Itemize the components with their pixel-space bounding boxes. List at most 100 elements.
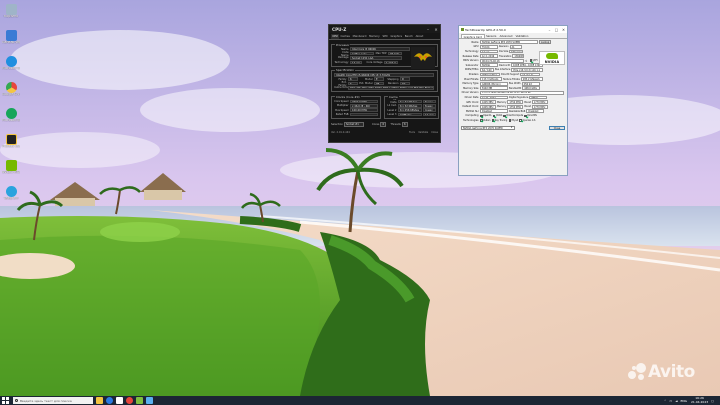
taskbar-app-gpuz[interactable]: [146, 397, 153, 404]
field-label: L1 Inst.: [387, 104, 397, 108]
tray-up-icon[interactable]: ⌃: [664, 399, 667, 403]
tab-bench[interactable]: Bench: [403, 34, 414, 39]
shaders-value: 2560 Unified: [480, 72, 500, 77]
core-speed-value: 4600.0 MHz: [350, 99, 378, 104]
tab-caches[interactable]: Caches: [339, 34, 351, 39]
gpuz-title: TechPowerUp GPU-Z 2.50.0: [465, 27, 506, 32]
field-label: Instructions: [334, 86, 349, 90]
tab-graphics-card[interactable]: Graphics Card: [461, 34, 485, 39]
desktop-icon[interactable]: Microsoft Edge: [2, 106, 20, 132]
cpu-name-value: Intel Core i5 9600K: [350, 47, 410, 51]
field-label: Memory: [497, 105, 507, 109]
desktop-icon[interactable]: Microsoft Edge: [2, 54, 20, 80]
cache-way-value: 12-way: [423, 112, 436, 117]
cpuz-titlebar[interactable]: CPU-Z – ✕: [329, 25, 440, 33]
desktop-icon[interactable]: Google Chrome: [2, 80, 20, 106]
tab-spd[interactable]: SPD: [381, 34, 389, 39]
start-button[interactable]: [2, 397, 9, 404]
gpuz-body: Name NVIDIA GeForce RTX 2070 SUPER Lookup …: [459, 39, 567, 124]
validate-button[interactable]: Validate: [418, 131, 428, 134]
minimize-icon[interactable]: –: [546, 28, 553, 32]
field-label: Stepping: [387, 77, 399, 81]
tab-validation[interactable]: Validation: [514, 34, 530, 38]
field-label: ROPs/TMUs: [464, 68, 479, 72]
close-icon[interactable]: ✕: [432, 27, 440, 32]
bios-version-value: 90.04.7A.40.16: [480, 58, 524, 63]
tab-cpu[interactable]: CPU: [331, 34, 340, 39]
tab-graphics[interactable]: Graphics: [389, 34, 403, 39]
notification-icon[interactable]: ▢: [711, 399, 714, 403]
field-label: Release Date: [462, 54, 479, 58]
field-label: DirectX Support: [501, 72, 520, 76]
field-label: Rated FSB: [335, 112, 349, 116]
memory-type-value: GDDR6 (Micron): [480, 81, 508, 86]
directcompute-checkbox: DirectCompute: [503, 114, 523, 117]
taskbar-app-nvidia[interactable]: [136, 397, 143, 404]
taskbar-app-chrome[interactable]: [126, 397, 133, 404]
cpuz-footer: Ver. 2.01.0.x64 Tools Validate Close: [331, 130, 438, 136]
gpu-select[interactable]: NVIDIA GeForce RTX 2070 SUPER: [461, 125, 515, 131]
maximize-icon[interactable]: □: [553, 28, 560, 32]
driver-date-value: Jul 21, 2022: [480, 95, 508, 100]
field-label: Core Voltage: [366, 60, 383, 64]
close-icon[interactable]: ✕: [560, 28, 567, 32]
ext-family-value: 6: [348, 81, 358, 86]
field-label: Cores: [371, 123, 380, 127]
nvidia-logo: NVIDIA: [539, 51, 565, 65]
boost-clock-value: 1770 MHz: [531, 100, 548, 104]
technology-value: 14 nm: [350, 60, 362, 65]
revision-value: R0: [400, 81, 410, 86]
field-label: Subvendor: [465, 63, 479, 67]
tab-about[interactable]: About: [414, 34, 424, 39]
desktop-icon[interactable]: Telegram: [2, 184, 20, 210]
avito-watermark: Avito: [628, 362, 695, 382]
tab-memory[interactable]: Memory: [368, 34, 381, 39]
field-label: BIOS Version: [463, 59, 479, 63]
technology-value: 12 nm: [480, 49, 498, 54]
tab-mainboard[interactable]: Mainboard: [351, 34, 367, 39]
volume-icon[interactable]: ◄: [675, 399, 677, 403]
tab-advanced[interactable]: Advanced: [498, 34, 514, 38]
socket-select[interactable]: Socket #1: [343, 122, 364, 127]
taskbar-app-edge[interactable]: [106, 397, 113, 404]
share-icon[interactable]: ⇪: [525, 59, 528, 63]
tools-button[interactable]: Tools: [409, 131, 415, 134]
avito-logo-icon: [628, 363, 646, 381]
close-button[interactable]: Close: [431, 131, 438, 134]
release-date-value: Jul 2, 2019: [480, 54, 498, 58]
gpuz-window[interactable]: TechPowerUp GPU-Z 2.50.0 – □ ✕ Graphics …: [458, 25, 568, 176]
cpuz-window[interactable]: CPU-Z – ✕ CPU Caches Mainboard Memory SP…: [328, 24, 441, 143]
gpuz-titlebar[interactable]: TechPowerUp GPU-Z 2.50.0 – □ ✕: [459, 26, 567, 33]
language-indicator[interactable]: ENG: [681, 399, 687, 403]
desktop-icon[interactable]: Корзина: [2, 2, 20, 28]
desktop-icon[interactable]: Process Lasso: [2, 132, 20, 158]
field-label: Bandwidth: [509, 86, 522, 90]
minimize-icon[interactable]: –: [424, 27, 432, 32]
technologies-row: Technologies Vulkan Ray Tracing PhysX Op…: [461, 118, 565, 123]
field-label: Package: [338, 56, 349, 60]
cpuz-selection-bar: Selection Socket #1 Cores 6 Threads 6: [331, 122, 438, 128]
clocks-group: Clocks (Core #0) Core Speed 4600.0 MHz Mu…: [331, 94, 381, 119]
rops-value: 64 / 160: [480, 67, 494, 72]
opengl-checkbox: OpenGL 4.6: [519, 119, 535, 122]
search-input[interactable]: Введите здесь текст для поиска: [20, 399, 72, 403]
taskbar-search[interactable]: Введите здесь текст для поиска: [13, 397, 93, 404]
field-label: Ext. Model: [359, 82, 373, 86]
clock[interactable]: 16:26 21.04.2023: [691, 396, 708, 404]
lookup-button[interactable]: Lookup: [539, 40, 552, 45]
network-icon[interactable]: ▭: [669, 399, 672, 403]
chevron-down-icon[interactable]: ▾: [511, 126, 512, 129]
desktop-icon[interactable]: NVIDIA RTX: [2, 158, 20, 184]
field-label: Max TDP: [375, 52, 387, 56]
field-label: Technology: [334, 60, 349, 64]
desktop-icon[interactable]: Панель управления: [2, 28, 20, 54]
field-label: Level 3: [387, 112, 397, 116]
memory-clock-value: 1750 MHz: [507, 100, 524, 104]
close-button[interactable]: Close: [549, 125, 565, 131]
taskbar-app-explorer[interactable]: [96, 397, 103, 404]
tab-sensors[interactable]: Sensors: [485, 34, 498, 38]
taskbar-app-store[interactable]: [116, 397, 123, 404]
threads-value: 6: [401, 122, 408, 127]
tdp-value: 95.0 W: [388, 51, 402, 56]
multiplier-value: x 46.0 (8 - 46): [350, 103, 378, 108]
